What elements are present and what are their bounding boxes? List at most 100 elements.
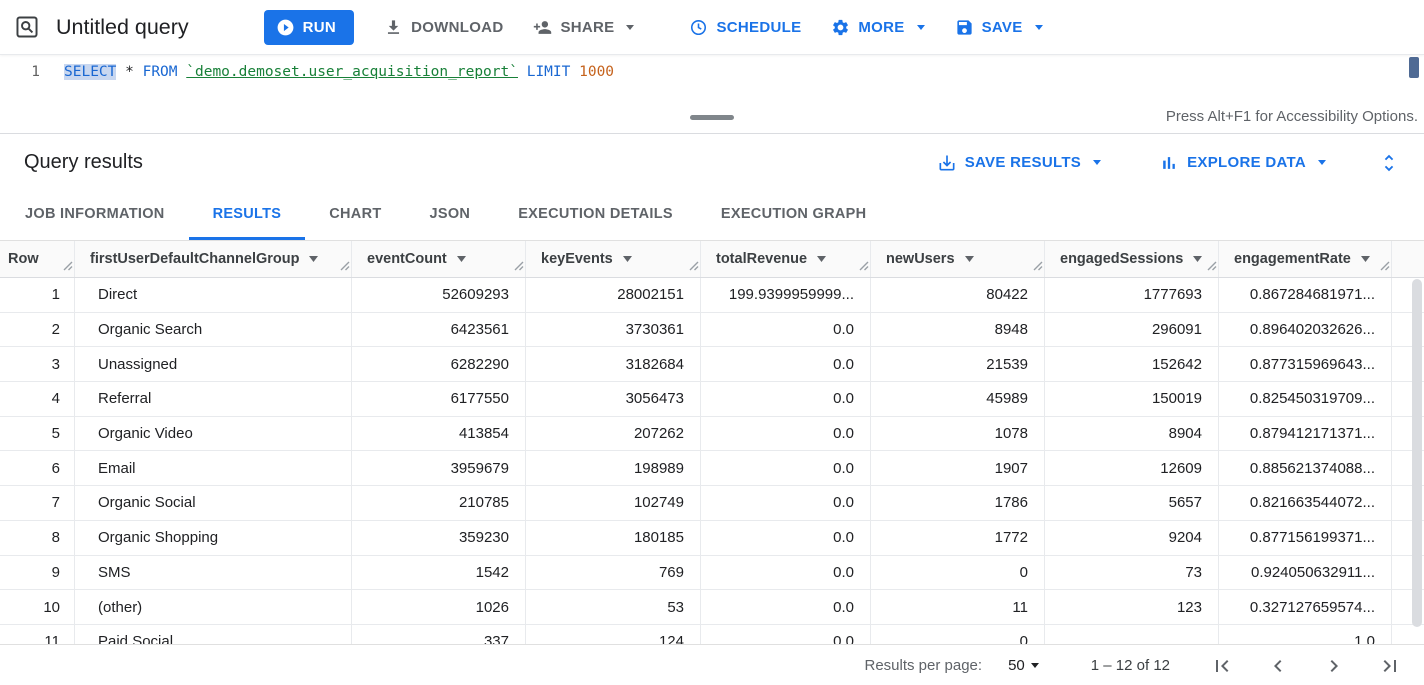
table-cell: 769 — [526, 556, 701, 590]
column-resize-handle[interactable] — [1380, 261, 1390, 272]
page-size-select[interactable]: 50 — [1008, 657, 1039, 674]
table-cell: 1078 — [871, 417, 1045, 451]
tab-json[interactable]: JSON — [406, 191, 495, 240]
pane-resize-handle[interactable] — [690, 115, 734, 120]
expand-results-button[interactable] — [1378, 152, 1400, 174]
column-sort-dropdown-icon[interactable] — [309, 256, 318, 262]
table-scrollbar[interactable] — [1412, 279, 1422, 642]
column-label: engagedSessions — [1060, 251, 1183, 267]
unfold-more-icon — [1378, 152, 1400, 174]
column-resize-handle[interactable] — [1033, 261, 1043, 272]
save-results-button[interactable]: SAVE RESULTS — [937, 153, 1101, 173]
table-cell: 0.821663544072... — [1219, 486, 1392, 520]
results-pane: Query results SAVE RESULTS EXPLORE DATA — [0, 133, 1424, 685]
column-header-engagementrate: engagementRate — [1219, 241, 1392, 277]
column-label: newUsers — [886, 251, 955, 267]
column-sort-dropdown-icon[interactable] — [1361, 256, 1370, 262]
save-button[interactable]: SAVE — [955, 18, 1043, 37]
code-token — [518, 64, 527, 80]
chevron-down-icon — [1035, 25, 1043, 30]
table-cell: (other) — [75, 590, 352, 624]
row-number-cell: 2 — [0, 313, 75, 347]
tab-chart[interactable]: CHART — [305, 191, 405, 240]
page-range-label: 1 – 12 of 12 — [1091, 657, 1170, 674]
table-cell: 11 — [871, 590, 1045, 624]
column-resize-handle[interactable] — [1207, 261, 1217, 272]
table-cell: 124 — [526, 625, 701, 644]
column-header-firstuserdefaultchannelgroup: firstUserDefaultChannelGroup — [75, 241, 352, 277]
bar-chart-icon — [1159, 153, 1179, 173]
schedule-label: SCHEDULE — [716, 19, 801, 36]
table-cell: Organic Social — [75, 486, 352, 520]
column-label: totalRevenue — [716, 251, 807, 267]
play-circle-icon — [276, 18, 295, 37]
table-cell: 152642 — [1045, 347, 1219, 381]
table-cell: 0.0 — [701, 347, 871, 381]
line-number: 1 — [0, 62, 50, 106]
table-cell: 102749 — [526, 486, 701, 520]
first-page-button[interactable] — [1210, 654, 1234, 678]
table-cell: 0.0 — [701, 486, 871, 520]
table-row: 10(other)1026530.0111230.327127659574... — [0, 590, 1424, 625]
schedule-button[interactable]: SCHEDULE — [689, 18, 801, 37]
row-number-cell: 6 — [0, 451, 75, 485]
query-tab-title[interactable]: Untitled query — [56, 15, 189, 40]
table-cell: 1542 — [352, 556, 526, 590]
column-sort-dropdown-icon[interactable] — [817, 256, 826, 262]
explore-data-button[interactable]: EXPLORE DATA — [1159, 153, 1326, 173]
editor-scrollbar-thumb[interactable] — [1409, 57, 1419, 78]
column-sort-dropdown-icon[interactable] — [965, 256, 974, 262]
column-sort-dropdown-icon[interactable] — [1193, 256, 1202, 262]
table-cell: 0.879412171371... — [1219, 417, 1392, 451]
table-cell: 0.0 — [701, 590, 871, 624]
last-page-button[interactable] — [1378, 654, 1402, 678]
table-cell: 0.885621374088... — [1219, 451, 1392, 485]
table-cell: 6423561 — [352, 313, 526, 347]
tab-job-information[interactable]: JOB INFORMATION — [1, 191, 189, 240]
table-row: 5Organic Video4138542072620.0107889040.8… — [0, 417, 1424, 452]
run-button[interactable]: RUN — [264, 10, 354, 45]
save-icon — [955, 18, 974, 37]
column-label: eventCount — [367, 251, 447, 267]
table-scrollbar-thumb[interactable] — [1412, 279, 1422, 627]
download-button[interactable]: DOWNLOAD — [384, 18, 503, 37]
table-cell: 296091 — [1045, 313, 1219, 347]
column-resize-handle[interactable] — [689, 261, 699, 272]
table-cell: 0.0 — [701, 313, 871, 347]
prev-page-button[interactable] — [1266, 654, 1290, 678]
results-header: Query results SAVE RESULTS EXPLORE DATA — [0, 134, 1424, 191]
table-row: 1Direct5260929328002151199.9399959999...… — [0, 278, 1424, 313]
results-table: RowfirstUserDefaultChannelGroupeventCoun… — [0, 241, 1424, 644]
gear-icon — [831, 18, 850, 37]
chevron-down-icon — [626, 25, 634, 30]
table-cell: Organic Shopping — [75, 521, 352, 555]
tab-execution-details[interactable]: EXECUTION DETAILS — [494, 191, 697, 240]
column-resize-handle[interactable] — [340, 261, 350, 272]
column-resize-handle[interactable] — [514, 261, 524, 272]
tab-execution-graph[interactable]: EXECUTION GRAPH — [697, 191, 891, 240]
table-cell: Organic Search — [75, 313, 352, 347]
table-cell: 6177550 — [352, 382, 526, 416]
table-cell: 0.0 — [701, 625, 871, 644]
chevron-down-icon — [917, 25, 925, 30]
next-page-button[interactable] — [1322, 654, 1346, 678]
column-sort-dropdown-icon[interactable] — [457, 256, 466, 262]
table-cell: 1772 — [871, 521, 1045, 555]
code-token: * — [116, 64, 142, 80]
column-resize-handle[interactable] — [859, 261, 869, 272]
table-row: 2Organic Search642356137303610.089482960… — [0, 313, 1424, 348]
table-cell: 0.924050632911... — [1219, 556, 1392, 590]
more-button[interactable]: MORE — [831, 18, 924, 37]
table-cell: 1777693 — [1045, 278, 1219, 312]
tab-results[interactable]: RESULTS — [189, 191, 306, 240]
pane-divider: Press Alt+F1 for Accessibility Options. — [0, 106, 1424, 133]
sql-editor[interactable]: 1 SELECT * FROM `demo.demoset.user_acqui… — [0, 55, 1424, 106]
last-page-icon — [1378, 654, 1402, 678]
column-sort-dropdown-icon[interactable] — [623, 256, 632, 262]
table-cell: 73 — [1045, 556, 1219, 590]
accessibility-hint: Press Alt+F1 for Accessibility Options. — [1166, 108, 1418, 125]
table-reference-link[interactable]: `demo.demoset.user_acquisition_report` — [186, 64, 518, 80]
column-resize-handle[interactable] — [63, 261, 73, 272]
row-number-cell: 8 — [0, 521, 75, 555]
share-button[interactable]: SHARE — [533, 18, 634, 37]
